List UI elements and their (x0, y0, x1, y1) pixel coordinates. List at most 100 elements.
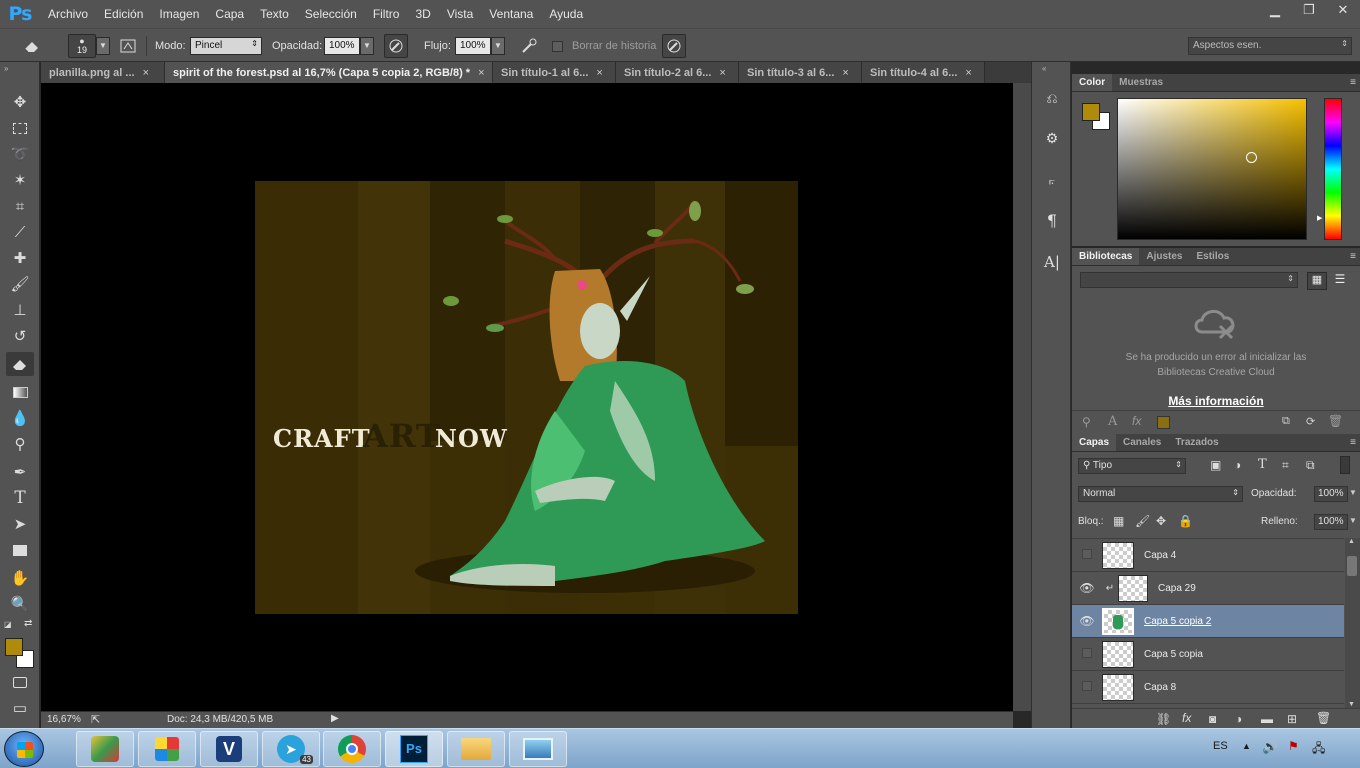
action-center-flag-icon[interactable]: ⚑ (1288, 739, 1299, 753)
color-field[interactable] (1117, 98, 1307, 240)
panel-menu-icon[interactable]: ≡ (1350, 437, 1356, 448)
close-tab-icon[interactable]: × (143, 67, 149, 79)
marquee-tool-icon[interactable] (6, 116, 34, 140)
close-tab-icon[interactable]: × (478, 67, 484, 79)
add-color-icon[interactable] (1157, 416, 1170, 429)
history-panel-icon[interactable]: ⎌ (1040, 86, 1064, 110)
tab-sin-titulo-1[interactable]: Sin título-1 al 6... × (493, 62, 616, 83)
opacity-dropdown[interactable]: ▼ (360, 37, 374, 55)
layer-name[interactable]: Capa 4 (1144, 550, 1176, 561)
rectangle-tool-icon[interactable] (6, 538, 34, 562)
sync-icon[interactable]: ⟳ (1306, 415, 1315, 428)
delete-layer-icon[interactable]: 🗑 (1316, 711, 1331, 725)
layer-name[interactable]: Capa 5 copia 2 (1144, 616, 1211, 627)
scroll-up-icon[interactable]: ▲ (1348, 538, 1355, 545)
more-info-link[interactable]: Más información (1072, 394, 1360, 408)
blur-tool-icon[interactable]: 💧 (6, 406, 34, 430)
healing-brush-tool-icon[interactable]: ✚ (6, 246, 34, 270)
scroll-down-icon[interactable]: ▼ (1348, 701, 1355, 708)
filter-type-icon[interactable]: T (1258, 457, 1267, 472)
lasso-tool-icon[interactable]: ➰ (6, 142, 34, 166)
screen-mode-icon[interactable]: ▭ (6, 696, 34, 720)
menu-edicion[interactable]: Edición (96, 7, 151, 21)
tab-ajustes[interactable]: Ajustes (1139, 248, 1189, 265)
magic-wand-tool-icon[interactable]: ✶ (6, 168, 34, 192)
new-group-icon[interactable]: ▬ (1261, 712, 1273, 726)
panel-menu-icon[interactable]: ≡ (1350, 77, 1356, 88)
brush-panel-icon[interactable] (116, 34, 140, 58)
pen-tool-icon[interactable]: ✒ (6, 460, 34, 484)
properties-panel-icon[interactable]: ⚙ (1040, 126, 1064, 150)
eye-icon[interactable]: 👁 (1072, 614, 1102, 628)
menu-archivo[interactable]: Archivo (40, 7, 96, 21)
tab-sin-titulo-3[interactable]: Sin título-3 al 6... × (739, 62, 862, 83)
restore-button[interactable]: ❐ (1292, 0, 1326, 20)
volume-icon[interactable]: 🔊 (1262, 739, 1278, 755)
taskbar-chrome-icon[interactable] (323, 731, 381, 767)
close-tab-icon[interactable]: × (965, 67, 971, 79)
scroll-thumb[interactable] (1347, 556, 1357, 576)
tab-sin-titulo-2[interactable]: Sin título-2 al 6... × (616, 62, 739, 83)
clone-stamp-tool-icon[interactable]: ⊥ (6, 298, 34, 322)
eyedropper-tool-icon[interactable]: ⟋ (6, 220, 34, 244)
zoom-level[interactable]: 16,67% (47, 714, 81, 725)
tab-planilla[interactable]: planilla.png al ... × (41, 62, 165, 83)
brush-preset-picker[interactable]: ● 19 (68, 34, 96, 58)
layer-opacity-input[interactable]: 100% (1314, 486, 1348, 502)
eye-icon[interactable]: 👁 (1072, 581, 1102, 595)
grid-view-icon[interactable]: ▦ (1307, 272, 1327, 290)
airbrush-icon[interactable] (517, 34, 541, 58)
taskbar-video-editor-icon[interactable]: V (200, 731, 258, 767)
default-colors-icon[interactable]: ◪ (4, 620, 12, 629)
lock-position-icon[interactable]: ✥ (1156, 514, 1166, 528)
move-tool-icon[interactable]: ✥ (6, 90, 34, 114)
dodge-tool-icon[interactable]: ⚲ (6, 432, 34, 456)
brush-tool-icon[interactable]: 🖌 (6, 272, 34, 296)
path-selection-tool-icon[interactable]: ➤ (6, 512, 34, 536)
tab-trazados[interactable]: Trazados (1168, 434, 1225, 451)
tab-sin-titulo-4[interactable]: Sin título-4 al 6... × (862, 62, 985, 83)
tab-muestras[interactable]: Muestras (1112, 74, 1170, 91)
erase-history-checkbox[interactable] (550, 34, 564, 58)
document-canvas[interactable]: CRAFT ART NOW (255, 181, 798, 614)
menu-filtro[interactable]: Filtro (365, 7, 408, 21)
canvas-scrollbar[interactable] (1013, 83, 1031, 711)
hue-slider[interactable]: ▶ (1317, 98, 1342, 240)
menu-vista[interactable]: Vista (439, 7, 481, 21)
taskbar-paint-app-icon[interactable] (76, 731, 134, 767)
collapse-icon[interactable]: « (1042, 64, 1046, 73)
mode-select[interactable]: Pincel ⇕ (190, 37, 262, 55)
filter-pixel-icon[interactable]: ▣ (1210, 458, 1221, 472)
quick-mask-icon[interactable] (6, 670, 34, 694)
opacity-input[interactable]: 100% (324, 37, 360, 55)
layers-scrollbar[interactable]: ▲ ▼ (1345, 538, 1360, 708)
gradient-tool-icon[interactable] (6, 380, 34, 404)
zoom-tool-icon[interactable]: 🔍 (6, 592, 34, 616)
tab-spirit-of-the-forest[interactable]: spirit of the forest.psd al 16,7% (Capa … (165, 62, 493, 83)
add-graphic-icon[interactable]: ⚲ (1082, 415, 1091, 429)
link-layers-icon[interactable]: ⛓ (1156, 712, 1171, 726)
language-indicator[interactable]: ES (1213, 740, 1228, 752)
menu-3d[interactable]: 3D (407, 7, 438, 21)
share-icon[interactable]: ⇱ (91, 713, 100, 726)
layer-row-capa-8[interactable]: Capa 8 (1072, 671, 1344, 704)
menu-ventana[interactable]: Ventana (481, 7, 541, 21)
filter-shape-icon[interactable]: ⌗ (1282, 458, 1289, 473)
taskbar-telegram-icon[interactable]: ➤ 43 (262, 731, 320, 767)
chevron-down-icon[interactable]: ▼ (1349, 516, 1357, 525)
status-menu-arrow-icon[interactable]: ▶ (331, 713, 339, 724)
add-style-icon[interactable]: fx (1132, 414, 1141, 428)
brush-preset-dropdown[interactable]: ▼ (96, 37, 110, 55)
layer-name[interactable]: Capa 5 copia (1144, 649, 1203, 660)
layer-name[interactable]: Capa 8 (1144, 682, 1176, 693)
new-layer-icon[interactable]: ⊞ (1287, 712, 1297, 726)
blend-mode-select[interactable]: Normal ⇕ (1078, 486, 1243, 502)
list-view-icon[interactable]: ☰ (1330, 272, 1350, 290)
start-button[interactable] (4, 731, 44, 767)
close-button[interactable]: ✕ (1326, 0, 1360, 20)
type-tool-icon[interactable]: T (6, 486, 34, 510)
filter-adjustment-icon[interactable]: ◑ (1234, 458, 1241, 472)
character-panel-icon[interactable]: A| (1040, 250, 1064, 274)
layer-name[interactable]: Capa 29 (1158, 583, 1196, 594)
flow-dropdown[interactable]: ▼ (491, 37, 505, 55)
